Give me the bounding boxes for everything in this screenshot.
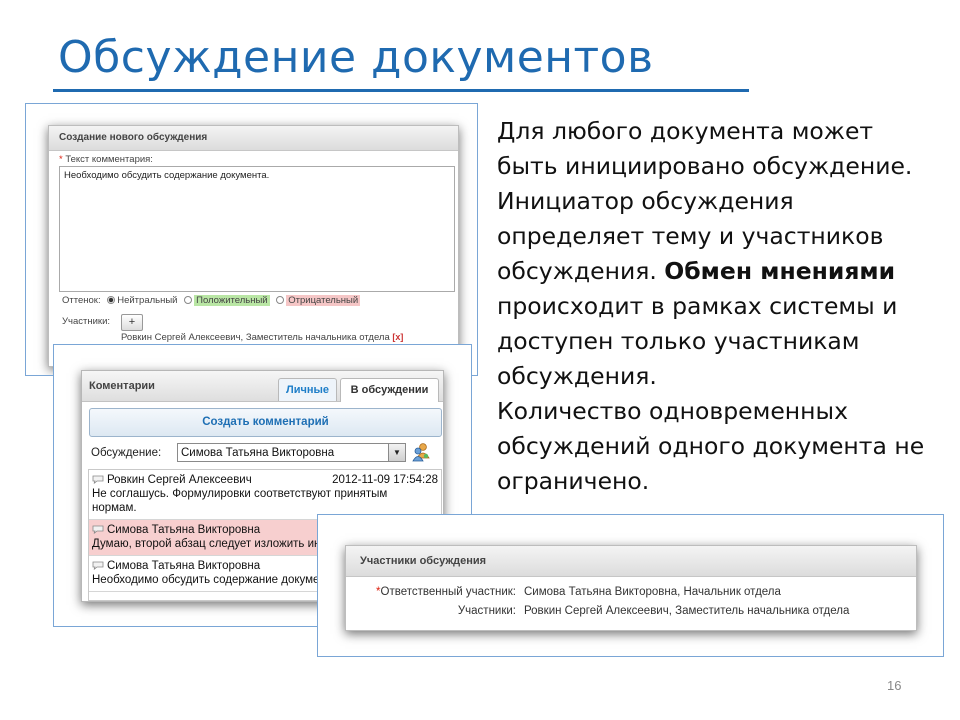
- comment-text-continued: нормам.: [92, 502, 137, 514]
- tone-neutral-radio[interactable]: [107, 296, 116, 304]
- body-line: обсуждения.: [497, 362, 657, 390]
- tone-neutral-label[interactable]: Нейтральный: [117, 295, 177, 306]
- discussion-select-value: Симова Татьяна Викторовна: [181, 447, 335, 459]
- speech-bubble-icon: [92, 525, 104, 534]
- body-line: определяет тему и участников: [497, 222, 884, 250]
- comment-date: 2012-11-09 17:54:28: [332, 474, 438, 486]
- tone-label: Оттенок:: [62, 295, 101, 306]
- remove-participant-button[interactable]: [x]: [392, 332, 403, 342]
- discussion-label: Обсуждение:: [91, 447, 162, 459]
- slide-body-text: Для любого документа может быть иницииро…: [497, 114, 937, 499]
- tab-personal[interactable]: Личные: [278, 378, 337, 401]
- new-discussion-screenshot: Создание нового обсуждения * Текст комме…: [25, 103, 478, 376]
- tone-negative-radio[interactable]: [276, 296, 285, 304]
- participants-value: Ровкин Сергей Алексеевич, Заместитель на…: [524, 605, 850, 617]
- discussion-select[interactable]: Симова Татьяна Викторовна ▼: [177, 443, 406, 462]
- participant-entry: Ровкин Сергей Алексеевич, Заместитель на…: [121, 332, 403, 343]
- tone-row: Оттенок: Нейтральный Положительный Отриц…: [62, 295, 361, 306]
- comment-item[interactable]: Ровкин Сергей Алексеевич 2012-11-09 17:5…: [89, 470, 441, 520]
- responsible-label: *Ответственный участник:: [376, 586, 516, 598]
- body-line: происходит в рамках системы и: [497, 292, 898, 320]
- comments-title: Коментарии: [89, 380, 155, 392]
- body-line: ограничено.: [497, 467, 650, 495]
- tone-positive-radio[interactable]: [184, 296, 193, 304]
- participant-name: Ровкин Сергей Алексеевич, Заместитель на…: [121, 332, 390, 343]
- tone-positive-label[interactable]: Положительный: [194, 295, 270, 306]
- participants-panel: Участники обсуждения *Ответственный учас…: [345, 545, 917, 631]
- participants-screenshot: Участники обсуждения *Ответственный учас…: [317, 514, 944, 657]
- body-line: доступен только участникам: [497, 327, 860, 355]
- speech-bubble-icon: [92, 475, 104, 484]
- speech-bubble-icon: [92, 561, 104, 570]
- title-underline: [53, 89, 749, 92]
- body-line: Количество одновременных: [497, 397, 848, 425]
- body-line: Инициатор обсуждения: [497, 187, 794, 215]
- body-line: Для любого документа может: [497, 117, 874, 145]
- comment-text-label: * Текст комментария:: [59, 154, 153, 165]
- body-emphasis: Обмен мнениями: [664, 257, 896, 285]
- body-line: быть инициировано обсуждение.: [497, 152, 913, 180]
- participants-icon[interactable]: [412, 442, 430, 462]
- participants-row-label: Участники:: [457, 605, 516, 617]
- slide-title: Обсуждение документов: [58, 32, 654, 83]
- body-line: обсуждений одного документа не: [497, 432, 925, 460]
- responsible-row: *Ответственный участник: Симова Татьяна В…: [318, 586, 781, 598]
- participants-row: Участники: Ровкин Сергей Алексеевич, Заме…: [318, 605, 850, 617]
- participants-label: Участники:: [62, 316, 111, 327]
- new-discussion-header: Создание нового обсуждения: [49, 126, 458, 151]
- add-participant-button[interactable]: +: [121, 314, 143, 331]
- create-comment-button[interactable]: Создать комментарий: [89, 408, 442, 437]
- comments-header: Коментарии Личные В обсуждении: [82, 371, 443, 402]
- responsible-value: Симова Татьяна Викторовна, Начальник отд…: [524, 586, 781, 598]
- page-number: 16: [887, 678, 902, 693]
- comment-text: Не соглашусь. Формулировки соответствуют…: [92, 488, 388, 500]
- comment-text-area[interactable]: Необходимо обсудить содержание документа…: [59, 166, 455, 292]
- participants-header: Участники обсуждения: [346, 546, 916, 577]
- tone-negative-label[interactable]: Отрицательный: [286, 295, 361, 306]
- chevron-down-icon[interactable]: ▼: [388, 444, 405, 461]
- new-discussion-panel: Создание нового обсуждения * Текст комме…: [48, 125, 459, 367]
- body-line: обсуждения. Обмен мнениями: [497, 257, 896, 285]
- tab-in-discussion[interactable]: В обсуждении: [340, 378, 439, 402]
